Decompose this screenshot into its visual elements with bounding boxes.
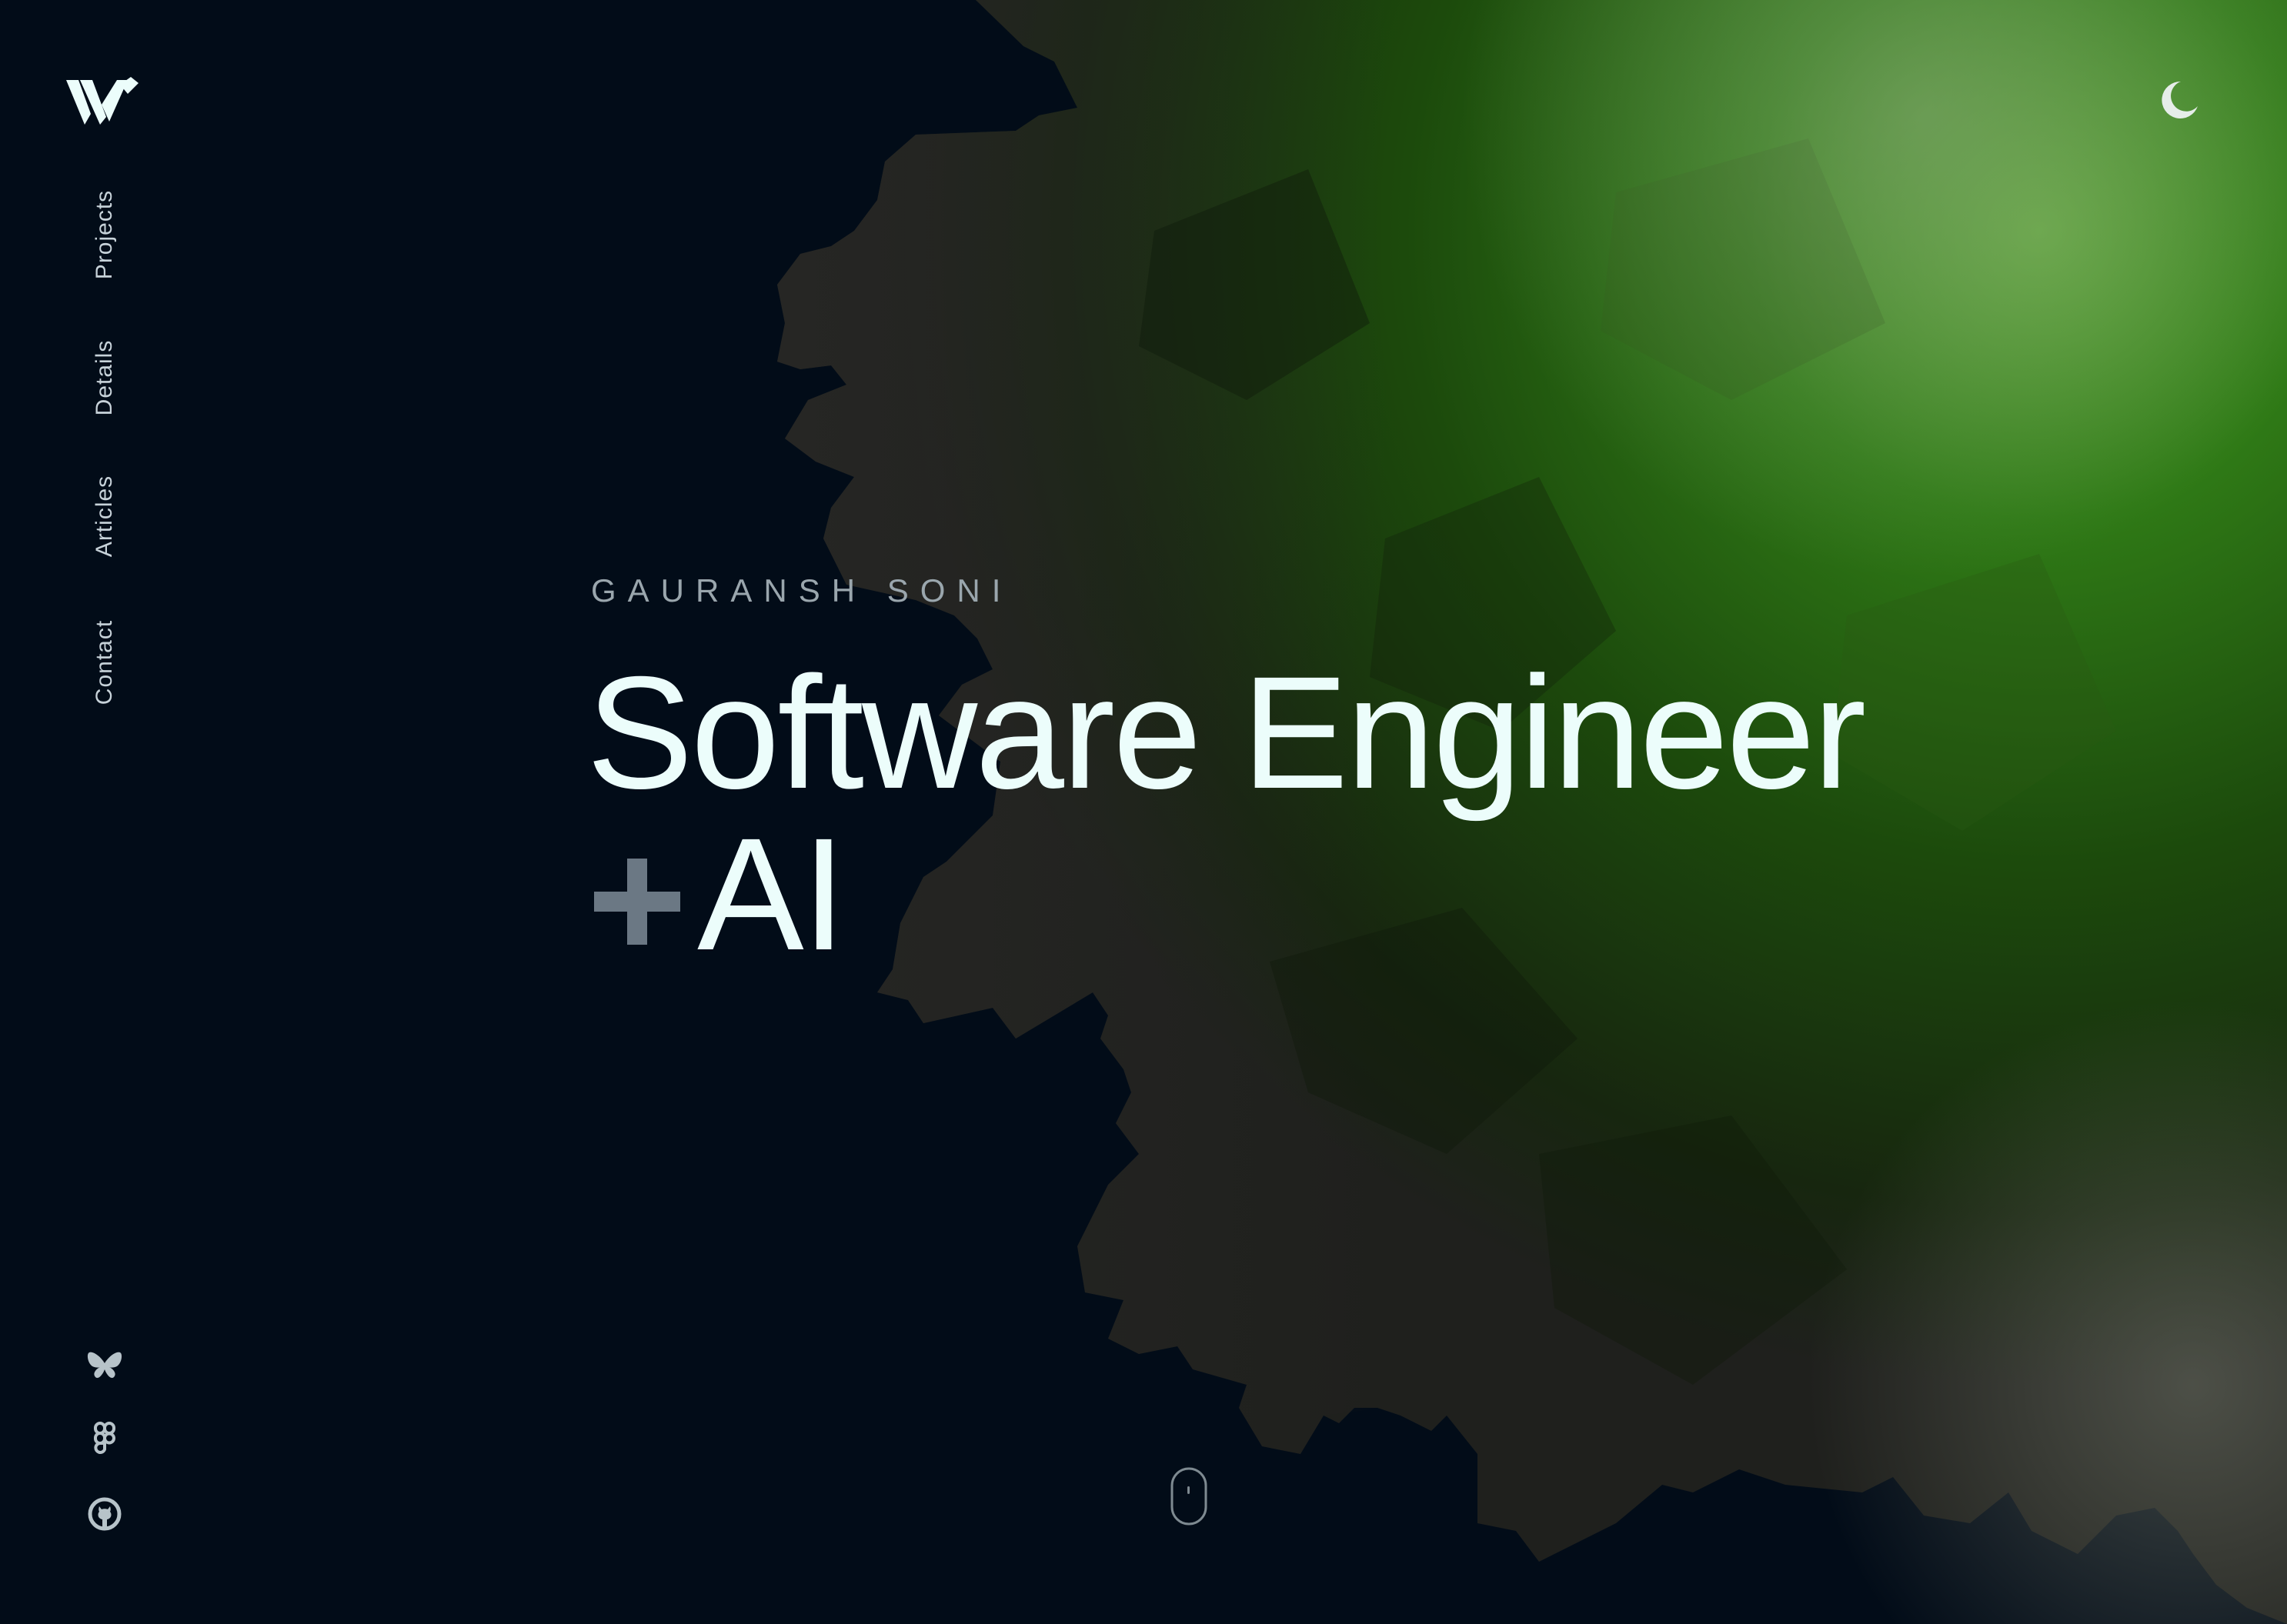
theme-toggle-button[interactable]	[2155, 77, 2201, 123]
hero-title-line1: Software Engineer	[586, 644, 1866, 822]
w-monogram-logo	[66, 77, 139, 125]
bluesky-link[interactable]	[86, 1346, 123, 1383]
hero-title-ai: AI	[697, 805, 846, 984]
figma-icon	[94, 1422, 115, 1454]
logo-link[interactable]	[66, 74, 143, 128]
nav-link-contact[interactable]: Contact	[92, 620, 118, 705]
github-link[interactable]	[86, 1496, 123, 1532]
mouse-scroll-icon	[1170, 1467, 1207, 1526]
github-icon	[88, 1497, 122, 1531]
moon-icon	[2162, 81, 2198, 118]
plus-icon	[594, 859, 680, 945]
nav-link-details[interactable]: Details	[92, 340, 118, 416]
hero-name: GAURANSH SONI	[591, 572, 1013, 609]
scroll-down-indicator[interactable]	[1170, 1466, 1208, 1526]
home-page: Projects Details Articles Contact GAURAN…	[0, 0, 2287, 1624]
nav-link-projects[interactable]: Projects	[92, 190, 118, 279]
bluesky-butterfly-icon	[87, 1352, 122, 1379]
nav-link-articles[interactable]: Articles	[92, 475, 118, 557]
figma-link[interactable]	[86, 1420, 123, 1457]
